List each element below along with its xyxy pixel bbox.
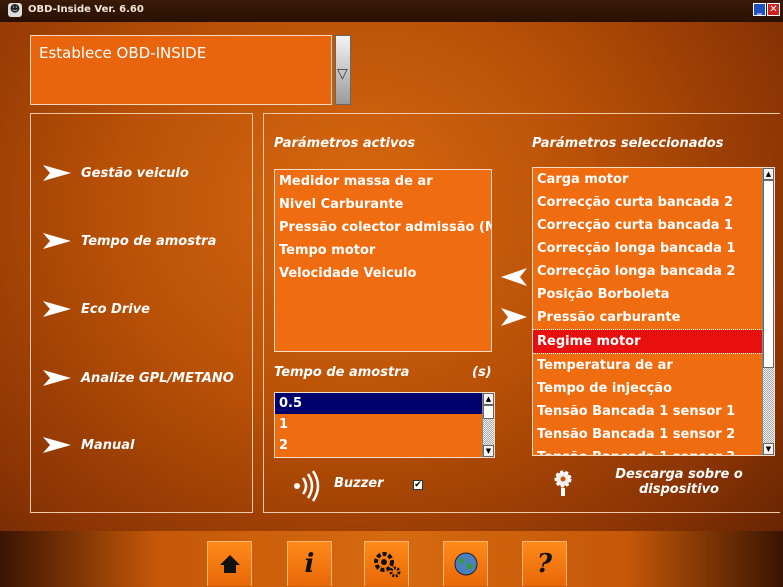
- sample-time-unit: (s): [472, 365, 492, 380]
- gear-icon[interactable]: [552, 468, 574, 498]
- settings-button[interactable]: [364, 541, 409, 586]
- list-item[interactable]: Pressão colector admissão (MAP): [275, 216, 491, 239]
- arrow-right-icon: [43, 165, 71, 181]
- app-window: ☻ OBD-Inside Ver. 6.60 _ ✕ Establece OBD…: [0, 0, 783, 587]
- list-item[interactable]: Tempo de injecção: [533, 377, 774, 400]
- sample-time-title: Tempo de amostra: [274, 365, 410, 380]
- sample-time-list[interactable]: 0.5 1 2 ▲ ▼: [274, 392, 495, 458]
- menu-item-label: Manual: [81, 437, 135, 453]
- settings-gears-icon: [373, 552, 400, 578]
- arrow-right-icon[interactable]: [501, 307, 527, 327]
- list-item-selected[interactable]: 0.5: [275, 393, 494, 414]
- list-item-selected[interactable]: Regime motor: [533, 330, 774, 353]
- parameters-panel: Parámetros activos Medidor massa de ar N…: [263, 113, 780, 513]
- info-button[interactable]: i: [287, 541, 332, 586]
- list-item[interactable]: Velocidade Veiculo: [275, 262, 491, 285]
- status-scroll-button[interactable]: ▽: [335, 35, 351, 105]
- list-item[interactable]: Temperatura de ar: [533, 354, 774, 377]
- scroll-thumb[interactable]: [483, 405, 494, 419]
- list-item[interactable]: 2: [275, 435, 494, 456]
- list-item[interactable]: Pressão carburante: [533, 306, 774, 329]
- active-params-title: Parámetros activos: [274, 136, 416, 151]
- main-menu-panel: Gestão veiculo Tempo de amostra Eco Driv…: [30, 113, 253, 513]
- status-text: Establece OBD-INSIDE: [39, 44, 207, 62]
- sample-time-scrollbar[interactable]: ▲ ▼: [482, 393, 494, 457]
- close-button[interactable]: ✕: [767, 3, 780, 16]
- sound-waves-icon: [294, 470, 320, 502]
- scroll-up-button[interactable]: ▲: [483, 393, 494, 405]
- arrow-right-icon: [43, 437, 71, 453]
- status-display: Establece OBD-INSIDE: [30, 35, 332, 105]
- buzzer-label: Buzzer: [334, 476, 384, 491]
- menu-item-eco-drive[interactable]: Eco Drive: [43, 294, 150, 324]
- arrow-left-icon[interactable]: [501, 267, 527, 287]
- language-button[interactable]: [443, 541, 488, 586]
- home-button[interactable]: [207, 541, 252, 586]
- menu-item-label: Eco Drive: [81, 301, 150, 317]
- arrow-right-icon: [43, 233, 71, 249]
- check-mark-icon: ✔: [414, 480, 422, 490]
- minimize-button[interactable]: _: [753, 3, 766, 16]
- title-bar: ☻ OBD-Inside Ver. 6.60 _ ✕: [0, 0, 783, 22]
- active-params-list[interactable]: Medidor massa de ar Nivel Carburante Pre…: [274, 169, 492, 352]
- list-item[interactable]: Tensão Bancada 1 sensor 2: [533, 423, 774, 446]
- list-item[interactable]: Tempo motor: [275, 239, 491, 262]
- arrow-right-icon: [43, 301, 71, 317]
- selected-params-list[interactable]: Carga motor Correcção curta bancada 2 Co…: [532, 167, 775, 456]
- menu-item-manual[interactable]: Manual: [43, 430, 134, 460]
- scroll-up-button[interactable]: ▲: [763, 168, 774, 180]
- window-title: OBD-Inside Ver. 6.60: [28, 4, 144, 15]
- download-line-2: dispositivo: [638, 482, 719, 497]
- menu-item-label: Analize GPL/METANO: [81, 370, 234, 386]
- selected-params-title: Parámetros seleccionados: [532, 136, 724, 151]
- chevron-down-icon: ▽: [337, 66, 348, 82]
- list-item[interactable]: Correcção curta bancada 2: [533, 191, 774, 214]
- help-button[interactable]: ?: [522, 541, 567, 586]
- menu-item-analize-gpl-metano[interactable]: Analize GPL/METANO: [43, 363, 234, 393]
- scroll-down-button[interactable]: ▼: [483, 445, 494, 457]
- scroll-thumb[interactable]: [763, 180, 774, 368]
- list-item[interactable]: Tensão Bancada 1 sensor 1: [533, 400, 774, 423]
- arrow-right-icon: [43, 370, 71, 386]
- list-item[interactable]: Correcção longa bancada 1: [533, 237, 774, 260]
- download-line-1: Descarga sobre o: [615, 467, 743, 482]
- info-icon: i: [304, 549, 315, 579]
- bottom-toolbar: i ?: [0, 531, 783, 587]
- list-item[interactable]: Carga motor: [533, 168, 774, 191]
- selected-params-scrollbar[interactable]: ▲ ▼: [762, 168, 774, 455]
- list-item[interactable]: Tensão Bancada 1 sensor 3: [533, 446, 774, 455]
- buzzer-checkbox[interactable]: ✔: [413, 480, 423, 490]
- scroll-down-button[interactable]: ▼: [763, 443, 774, 455]
- menu-item-label: Gestão veiculo: [81, 165, 189, 181]
- list-item[interactable]: Medidor massa de ar: [275, 170, 491, 193]
- list-item[interactable]: Correcção longa bancada 2: [533, 260, 774, 283]
- list-item[interactable]: Posição Borboleta: [533, 283, 774, 306]
- download-to-device-label[interactable]: Descarga sobre o dispositivo: [604, 467, 754, 497]
- list-item[interactable]: Nivel Carburante: [275, 193, 491, 216]
- help-icon: ?: [536, 549, 553, 579]
- menu-item-gestao-veiculo[interactable]: Gestão veiculo: [43, 158, 189, 188]
- menu-item-tempo-de-amostra[interactable]: Tempo de amostra: [43, 226, 216, 256]
- menu-item-label: Tempo de amostra: [81, 233, 217, 249]
- list-item[interactable]: 1: [275, 414, 494, 435]
- app-logo-icon: ☻: [8, 3, 22, 17]
- globe-icon: [454, 552, 477, 576]
- list-item[interactable]: Correcção curta bancada 1: [533, 214, 774, 237]
- home-icon: [219, 555, 240, 573]
